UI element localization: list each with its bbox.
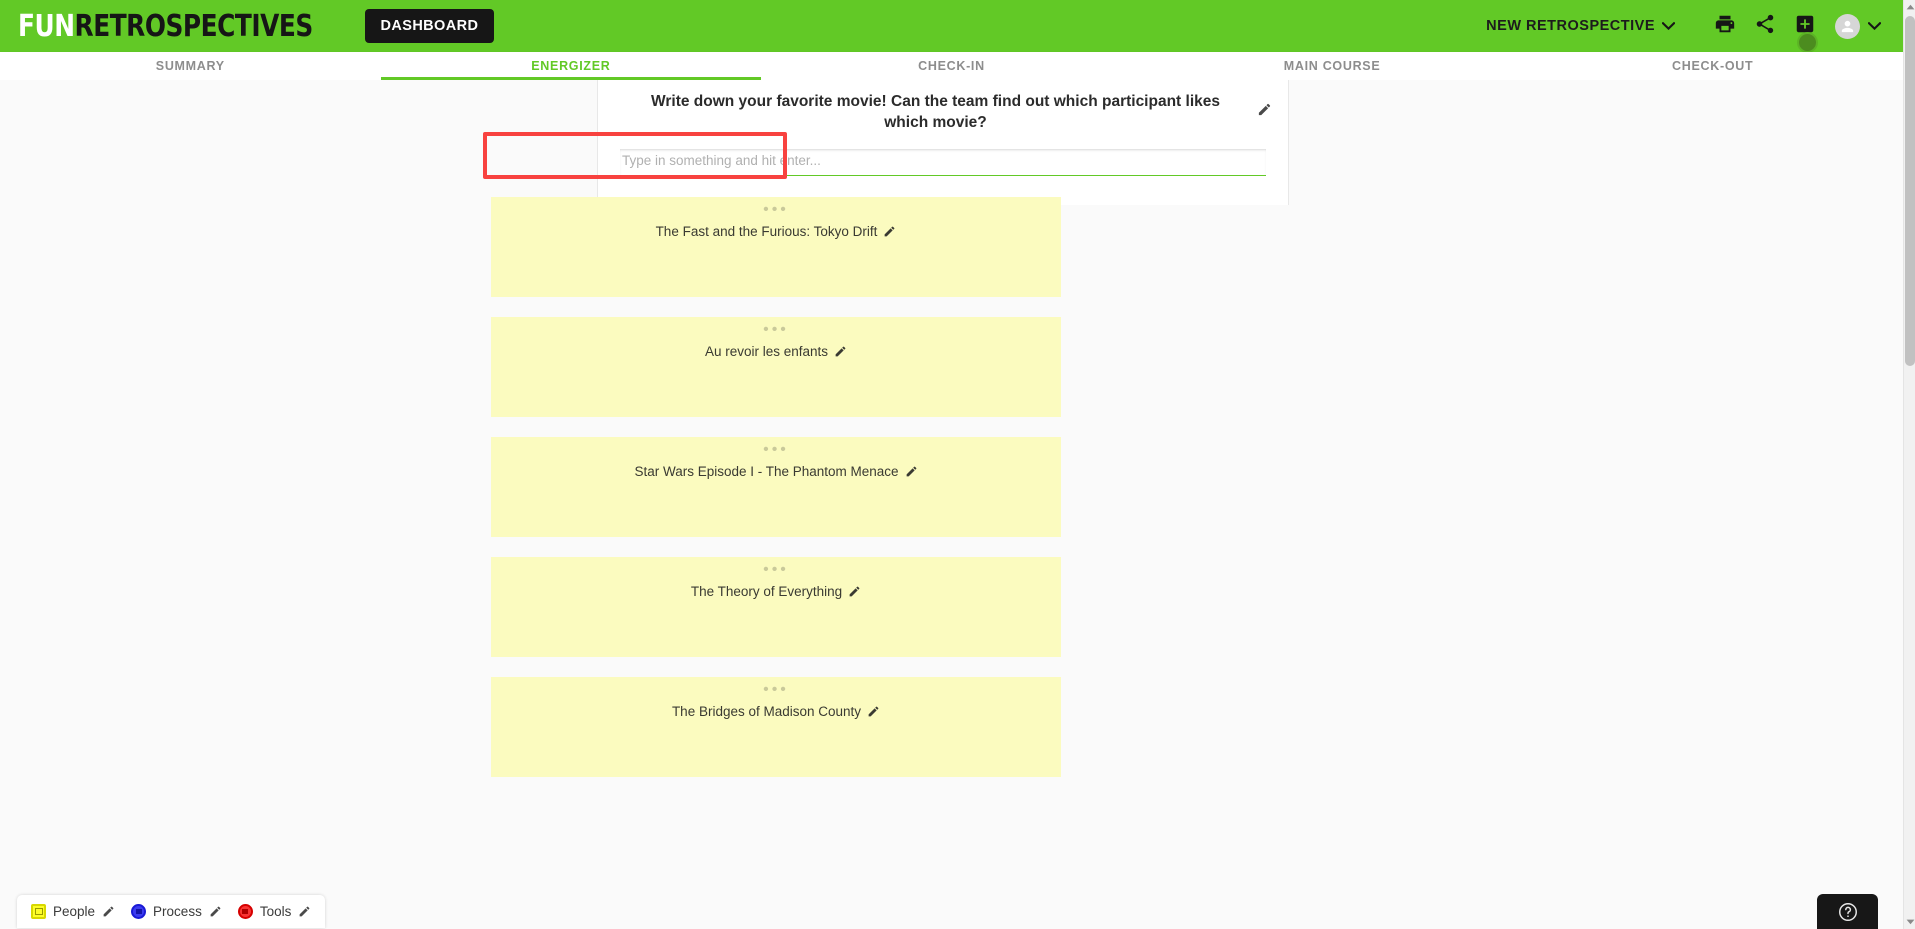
logo-retrospectives-text: RETROSPECTIVES: [74, 8, 314, 44]
share-button[interactable]: [1745, 6, 1785, 46]
process-swatch-icon: [131, 904, 147, 919]
edit-process-button[interactable]: [209, 905, 222, 918]
card-text: The Fast and the Furious: Tokyo Drift: [655, 224, 878, 239]
retrospective-tabs: SUMMARY ENERGIZER CHECK-IN MAIN COURSE C…: [0, 52, 1903, 80]
edit-tools-button[interactable]: [298, 905, 311, 918]
new-retrospective-label: NEW RETROSPECTIVE: [1486, 18, 1655, 34]
note-card[interactable]: ••• Au revoir les enfants: [491, 317, 1061, 417]
card-drag-handle[interactable]: •••: [491, 322, 1061, 338]
top-bar: FUN RETROSPECTIVES DASHBOARD NEW RETROSPE…: [0, 0, 1903, 53]
tab-summary-label: SUMMARY: [155, 59, 225, 73]
edit-card-button[interactable]: [834, 345, 847, 358]
help-button[interactable]: [1817, 894, 1878, 929]
pencil-icon: [299, 906, 310, 917]
legend-item-tools[interactable]: Tools: [237, 904, 312, 919]
tab-energizer-label: ENERGIZER: [531, 59, 611, 73]
people-swatch-icon: [31, 904, 46, 919]
edit-card-button[interactable]: [883, 225, 896, 238]
card-drag-handle[interactable]: •••: [491, 682, 1061, 698]
energizer-panel: Write down your favorite movie! Can the …: [597, 80, 1289, 205]
top-bar-actions: NEW RETROSPECTIVE: [1486, 6, 1903, 53]
add-retrospective-button[interactable]: [1785, 6, 1825, 53]
tab-main-course[interactable]: MAIN COURSE: [1142, 52, 1523, 80]
card-body: Au revoir les enfants: [705, 344, 847, 359]
card-body: Star Wars Episode I - The Phantom Menace: [634, 464, 917, 479]
tab-check-out-label: CHECK-OUT: [1672, 59, 1754, 73]
pencil-icon: [835, 346, 846, 357]
scroll-up-arrow[interactable]: [1905, 0, 1915, 14]
help-circle-icon: [1838, 902, 1857, 921]
legend-label-people: People: [53, 904, 96, 919]
legend-item-people[interactable]: People: [31, 904, 115, 919]
card-drag-handle[interactable]: •••: [491, 562, 1061, 578]
tools-swatch-icon: [237, 904, 253, 919]
avatar-menu-chevron[interactable]: [1867, 17, 1882, 35]
print-icon: [1714, 13, 1736, 40]
card-text: Star Wars Episode I - The Phantom Menace: [634, 464, 899, 479]
note-input-wrapper: [614, 149, 1272, 177]
legend-item-process[interactable]: Process: [131, 904, 222, 919]
question-row: Write down your favorite movie! Can the …: [614, 92, 1272, 133]
card-body: The Theory of Everything: [691, 584, 861, 599]
note-input[interactable]: [620, 149, 1266, 177]
card-text: The Theory of Everything: [690, 584, 843, 599]
category-legend: People Process Tools: [17, 895, 326, 928]
edit-card-button[interactable]: [905, 465, 918, 478]
dashboard-button[interactable]: DASHBOARD: [364, 9, 495, 43]
card-drag-handle[interactable]: •••: [491, 202, 1061, 218]
main-content: Write down your favorite movie! Can the …: [0, 80, 1903, 929]
presence-indicator-dot: [1797, 32, 1818, 53]
scroll-down-arrow[interactable]: [1905, 915, 1915, 929]
edit-people-button[interactable]: [102, 905, 115, 918]
pencil-icon: [103, 906, 114, 917]
card-body: The Fast and the Furious: Tokyo Drift: [656, 224, 897, 239]
edit-card-button[interactable]: [867, 705, 880, 718]
pencil-icon: [868, 706, 879, 717]
card-body: The Bridges of Madison County: [672, 704, 880, 719]
edit-card-button[interactable]: [848, 585, 861, 598]
print-button[interactable]: [1705, 6, 1745, 46]
avatar-icon: [1841, 20, 1854, 32]
new-retrospective-menu[interactable]: NEW RETROSPECTIVE: [1486, 18, 1676, 34]
question-title: Write down your favorite movie! Can the …: [651, 93, 1220, 131]
pencil-icon: [906, 466, 916, 477]
share-icon: [1754, 13, 1776, 40]
note-card[interactable]: ••• Star Wars Episode I - The Phantom Me…: [491, 437, 1061, 537]
note-card[interactable]: ••• The Fast and the Furious: Tokyo Drif…: [491, 197, 1061, 297]
note-card-list: ••• The Fast and the Furious: Tokyo Drif…: [491, 197, 1061, 797]
tab-energizer[interactable]: ENERGIZER: [380, 52, 762, 80]
note-card[interactable]: ••• The Bridges of Madison County: [491, 677, 1061, 777]
card-text: The Bridges of Madison County: [671, 704, 862, 719]
app-logo[interactable]: FUN RETROSPECTIVES: [18, 9, 313, 44]
logo-fun-text: FUN: [18, 8, 75, 44]
card-drag-handle[interactable]: •••: [491, 442, 1061, 458]
pencil-icon: [885, 226, 895, 237]
pencil-icon: [210, 906, 221, 917]
note-card[interactable]: ••• The Theory of Everything: [491, 557, 1061, 657]
pencil-icon: [849, 586, 860, 597]
tab-check-in-label: CHECK-IN: [918, 59, 985, 73]
avatar[interactable]: [1835, 13, 1860, 39]
legend-label-tools: Tools: [259, 904, 292, 919]
card-text: Au revoir les enfants: [704, 344, 829, 359]
tab-check-out[interactable]: CHECK-OUT: [1522, 52, 1903, 80]
page-scrollbar[interactable]: [1903, 0, 1915, 929]
legend-label-process: Process: [153, 904, 202, 919]
edit-question-button[interactable]: [1257, 102, 1272, 122]
pencil-icon: [1258, 103, 1271, 116]
tab-summary[interactable]: SUMMARY: [0, 52, 381, 80]
scrollbar-thumb[interactable]: [1905, 16, 1915, 366]
tab-main-course-label: MAIN COURSE: [1283, 59, 1381, 73]
chevron-down-icon: [1661, 18, 1676, 34]
tab-check-in[interactable]: CHECK-IN: [761, 52, 1142, 80]
